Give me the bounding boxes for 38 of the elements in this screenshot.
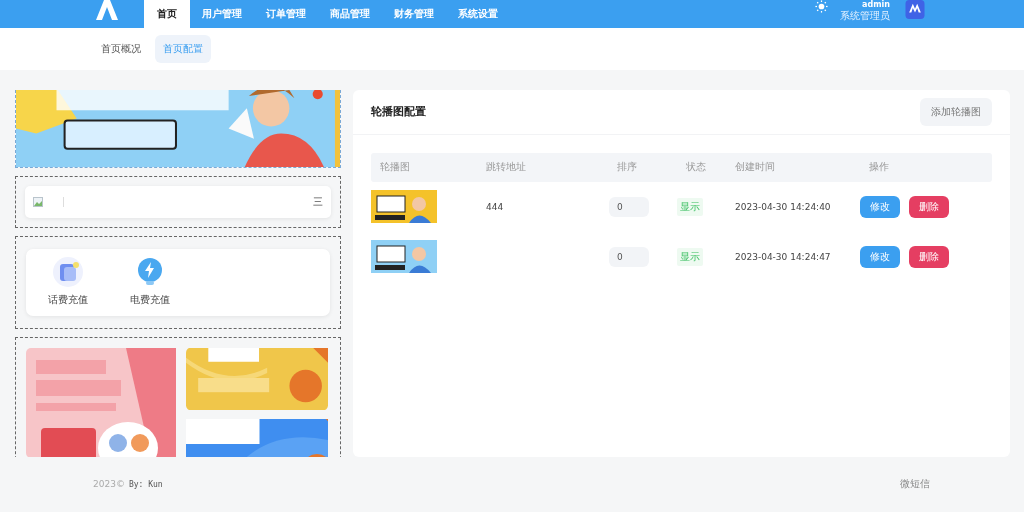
nav-tab[interactable]: 订单管理 (254, 0, 318, 28)
nav-tab[interactable]: 财务管理 (382, 0, 446, 28)
shortcut-label[interactable]: 话费充值 (48, 292, 88, 307)
status-tag: 显示 (677, 197, 703, 216)
edit-button[interactable]: 修改 (860, 245, 900, 268)
author-text: By: Kun (128, 479, 163, 489)
table-cell-text: 2023-04-30 14:24:47 (734, 251, 831, 262)
nav-tab[interactable]: 系统设置 (446, 0, 510, 28)
notice-text: 三 (313, 194, 323, 209)
table-cell-text: 2023-04-30 14:24:40 (734, 201, 831, 212)
delete-button[interactable]: 删除 (909, 245, 949, 268)
brand-text: 微短信 (900, 477, 930, 492)
column-header: 跳转地址 (485, 160, 527, 175)
nav-tab[interactable]: 首页 (144, 0, 190, 28)
copyright-text: 2023© (93, 479, 125, 490)
edit-button[interactable]: 修改 (860, 195, 900, 218)
column-header: 排序 (616, 160, 638, 175)
column-header: 创建时间 (734, 160, 776, 175)
column-header: 状态 (685, 160, 707, 175)
add-button[interactable]: 添加轮播图 (920, 97, 992, 126)
card-title: 轮播图配置 (371, 104, 426, 120)
sort-field[interactable]: 0 (609, 196, 649, 217)
sort-field[interactable]: 0 (609, 246, 649, 267)
sub-tab[interactable]: 首页概况 (93, 34, 149, 63)
sun-icon[interactable] (815, 0, 828, 13)
broken-image-icon (33, 196, 43, 207)
nav-tab[interactable]: 商品管理 (318, 0, 382, 28)
user-role: 系统管理员 (840, 10, 890, 22)
column-header: 轮播图 (379, 160, 411, 175)
user-name: admin (862, 0, 890, 10)
column-header: 操作 (868, 160, 890, 175)
table-cell-text: 444 (485, 201, 504, 212)
sub-tab[interactable]: 首页配置 (155, 34, 211, 63)
shortcut-label[interactable]: 电费充值 (130, 292, 170, 307)
phone-card-icon[interactable] (52, 255, 84, 288)
delete-button[interactable]: 删除 (909, 195, 949, 218)
status-tag: 显示 (677, 247, 703, 266)
nav-tab[interactable]: 用户管理 (190, 0, 254, 28)
